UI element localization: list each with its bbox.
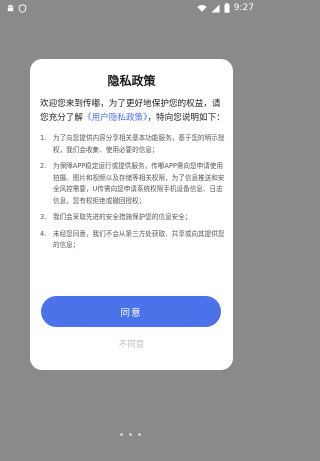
- disagree-button[interactable]: 不同意: [30, 338, 233, 350]
- page-dot: [128, 433, 132, 436]
- clause-list: 1. 为了向您提供内容分享相关基本功能服务，基于您的明示授权，我们会收集、使用必…: [40, 133, 226, 252]
- clause-text: 我们会采取先进的安全措施保护您的信息安全；: [53, 213, 192, 221]
- privacy-dialog: 隐私政策 欢迎您来到传嘟，为了更好地保护您的权益，请您充分了解《用户隐私政策》，…: [30, 59, 233, 370]
- battery-icon: [224, 3, 230, 13]
- intro-text: 欢迎您来到传嘟，为了更好地保护您的权益，请您充分了解《用户隐私政策》，特向您说明…: [40, 97, 226, 125]
- status-bar: 9:27: [0, 0, 260, 16]
- clause-item: 3. 我们会采取先进的安全措施保护您的信息安全；: [40, 212, 226, 224]
- agree-button[interactable]: 同意: [41, 296, 221, 327]
- intro-part2: ，特向您说明如下：: [147, 113, 225, 123]
- dialog-scroll-body[interactable]: 欢迎您来到传嘟，为了更好地保护您的权益，请您充分了解《用户隐私政策》，特向您说明…: [40, 97, 226, 283]
- page-indicator: [0, 433, 260, 436]
- clause-number: 3.: [40, 213, 47, 221]
- clause-number: 4.: [40, 229, 47, 238]
- clause-number: 2.: [40, 162, 47, 170]
- clause-text: 为保障APP稳定运行或提供服务，传嘟APP需向您申请使用拍摄、图片和视频以及存储…: [53, 162, 225, 205]
- shield-app-icon: [18, 3, 27, 13]
- status-right: 9:27: [197, 3, 254, 13]
- clause-text: 未经您同意，我们不会从第三方处获取、共享或向其提供您的信息；: [53, 229, 225, 250]
- clause-item: 4. 未经您同意，我们不会从第三方处获取、共享或向其提供您的信息；: [40, 229, 226, 252]
- status-time: 9:27: [233, 3, 254, 13]
- clause-item: 2. 为保障APP稳定运行或提供服务，传嘟APP需向您申请使用拍摄、图片和视频以…: [40, 161, 226, 207]
- clause-number: 1.: [40, 134, 47, 142]
- android-robot-icon: [6, 4, 15, 13]
- navigation-bar: [0, 447, 260, 461]
- page-dot: [137, 433, 141, 436]
- wifi-icon: [197, 4, 207, 13]
- status-left: [6, 3, 27, 13]
- privacy-policy-link[interactable]: 《用户隐私政策》: [83, 113, 147, 123]
- page-dot: [119, 433, 123, 436]
- signal-icon: [211, 3, 220, 13]
- dialog-title: 隐私政策: [107, 74, 156, 88]
- clause-item: 1. 为了向您提供内容分享相关基本功能服务，基于您的明示授权，我们会收集、使用必…: [40, 133, 226, 156]
- clause-text: 为了向您提供内容分享相关基本功能服务，基于您的明示授权，我们会收集、使用必要的信…: [53, 134, 225, 154]
